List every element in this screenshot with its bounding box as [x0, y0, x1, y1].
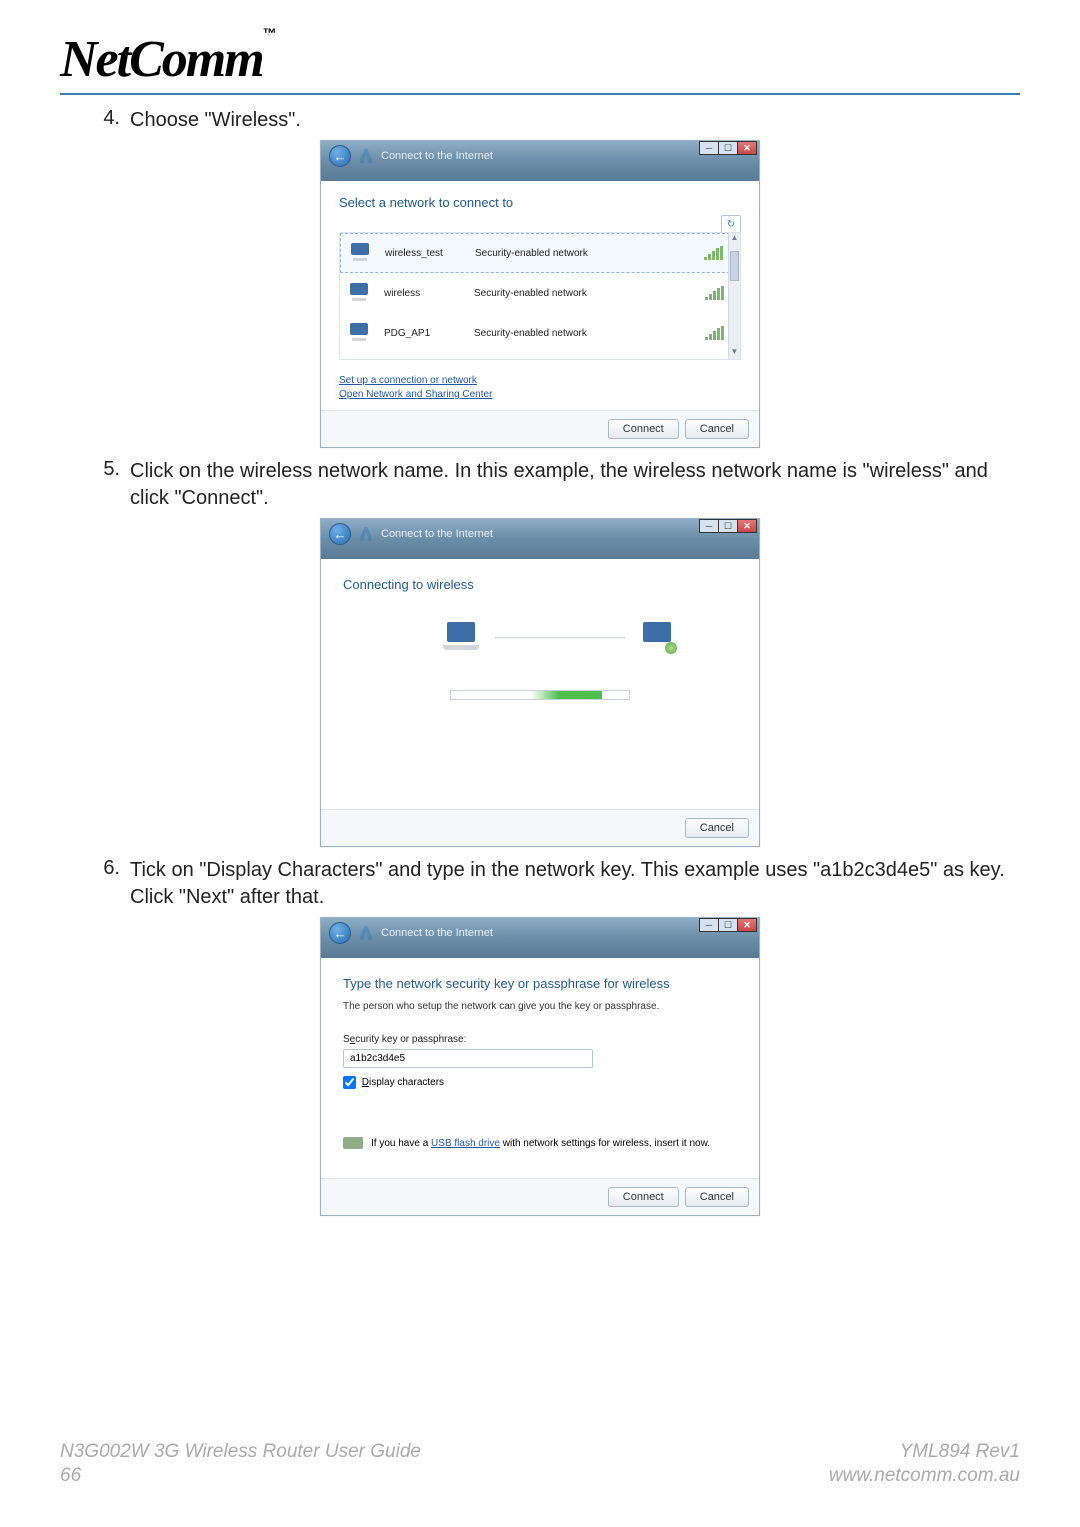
- page-footer: N3G002W 3G Wireless Router User Guide YM…: [60, 1441, 1020, 1487]
- connection-line: [495, 637, 625, 638]
- step-text: Choose "Wireless".: [130, 107, 1020, 134]
- doc-revision: YML894 Rev1: [900, 1441, 1020, 1463]
- header-rule: [60, 93, 1020, 95]
- titlebar: ─ ☐ ✕ ← Connect to the Internet: [321, 918, 759, 958]
- computer-icon: [350, 323, 372, 343]
- usb-icon: [343, 1137, 363, 1149]
- titlebar: ─ ☐ ✕ ← Connect to the Internet: [321, 519, 759, 559]
- scrollbar[interactable]: ▲ ▼: [728, 233, 740, 359]
- display-characters-label: isplay characters: [369, 1077, 444, 1088]
- network-globe-icon: [639, 620, 677, 654]
- network-icon: [357, 147, 375, 165]
- logo-text: NetComm: [60, 31, 263, 88]
- connect-button[interactable]: Connect: [608, 1187, 679, 1207]
- progress-bar: [450, 690, 630, 700]
- computer-icon: [351, 243, 373, 263]
- usb-hint: If you have a USB flash drive with netwo…: [343, 1137, 737, 1149]
- network-name: wireless_test: [385, 248, 475, 259]
- network-list: wireless_test Security-enabled network w…: [339, 232, 741, 360]
- footer-url: www.netcomm.com.au: [829, 1465, 1020, 1487]
- network-desc: Security-enabled network: [474, 328, 705, 339]
- doc-title: N3G002W 3G Wireless Router User Guide: [60, 1441, 421, 1463]
- cancel-button[interactable]: Cancel: [685, 1187, 749, 1207]
- network-icon: [357, 525, 375, 543]
- cancel-button[interactable]: Cancel: [685, 818, 749, 838]
- titlebar: ─ ☐ ✕ ← Connect to the Internet: [321, 141, 759, 181]
- signal-icon: [705, 286, 724, 300]
- cancel-button[interactable]: Cancel: [685, 419, 749, 439]
- signal-icon: [704, 246, 723, 260]
- network-row-wireless-test[interactable]: wireless_test Security-enabled network: [340, 233, 740, 273]
- page-number: 66: [60, 1465, 81, 1487]
- back-button[interactable]: ←: [329, 145, 351, 167]
- step-text: Tick on "Display Characters" and type in…: [130, 857, 1020, 911]
- connection-graphic: [343, 620, 737, 654]
- computer-icon: [350, 283, 372, 303]
- refresh-button[interactable]: ↻: [721, 215, 741, 233]
- dialog-title: Connecting to wireless: [343, 577, 737, 592]
- breadcrumb: Connect to the Internet: [381, 528, 493, 540]
- network-name: wireless: [384, 288, 474, 299]
- signal-icon: [705, 326, 724, 340]
- close-button[interactable]: ✕: [737, 141, 757, 155]
- network-desc: Security-enabled network: [474, 288, 705, 299]
- dialog-title: Type the network security key or passphr…: [343, 976, 737, 991]
- maximize-button[interactable]: ☐: [718, 141, 738, 155]
- step-5: 5. Click on the wireless network name. I…: [90, 458, 1020, 512]
- close-button[interactable]: ✕: [737, 918, 757, 932]
- maximize-button[interactable]: ☐: [718, 918, 738, 932]
- minimize-button[interactable]: ─: [699, 519, 719, 533]
- step-number: 5.: [90, 458, 130, 512]
- network-icon: [357, 924, 375, 942]
- back-button[interactable]: ←: [329, 523, 351, 545]
- brand-logo: NetComm™: [60, 30, 1020, 89]
- close-button[interactable]: ✕: [737, 519, 757, 533]
- dialog-title: Select a network to connect to: [339, 195, 741, 210]
- minimize-button[interactable]: ─: [699, 918, 719, 932]
- step-6: 6. Tick on "Display Characters" and type…: [90, 857, 1020, 911]
- display-characters-accel: D: [362, 1077, 369, 1088]
- breadcrumb: Connect to the Internet: [381, 150, 493, 162]
- key-label: Security key or passphrase:: [343, 1034, 737, 1045]
- step-number: 6.: [90, 857, 130, 911]
- dialog-select-network: ─ ☐ ✕ ← Connect to the Internet Select a…: [320, 140, 760, 448]
- display-characters-checkbox[interactable]: [343, 1076, 356, 1089]
- security-key-input[interactable]: [343, 1049, 593, 1068]
- connect-button[interactable]: Connect: [608, 419, 679, 439]
- computer-icon: [443, 620, 481, 654]
- dialog-connecting: ─ ☐ ✕ ← Connect to the Internet Connecti…: [320, 518, 760, 847]
- trademark: ™: [263, 25, 275, 41]
- breadcrumb: Connect to the Internet: [381, 927, 493, 939]
- link-open-sharing-center[interactable]: Open Network and Sharing Center: [339, 388, 741, 402]
- step-text: Click on the wireless network name. In t…: [130, 458, 1020, 512]
- step-4: 4. Choose "Wireless".: [90, 107, 1020, 134]
- network-desc: Security-enabled network: [475, 248, 704, 259]
- network-row-pdg-ap1[interactable]: PDG_AP1 Security-enabled network: [340, 313, 740, 353]
- display-characters-row: Display characters: [343, 1076, 737, 1089]
- network-name: PDG_AP1: [384, 328, 474, 339]
- minimize-button[interactable]: ─: [699, 141, 719, 155]
- maximize-button[interactable]: ☐: [718, 519, 738, 533]
- back-button[interactable]: ←: [329, 922, 351, 944]
- link-setup-connection[interactable]: Set up a connection or network: [339, 374, 741, 388]
- step-number: 4.: [90, 107, 130, 134]
- network-row-wireless[interactable]: wireless Security-enabled network: [340, 273, 740, 313]
- usb-flash-drive-link[interactable]: USB flash drive: [431, 1138, 500, 1149]
- dialog-security-key: ─ ☐ ✕ ← Connect to the Internet Type the…: [320, 917, 760, 1216]
- dialog-subtitle: The person who setup the network can giv…: [343, 1001, 737, 1012]
